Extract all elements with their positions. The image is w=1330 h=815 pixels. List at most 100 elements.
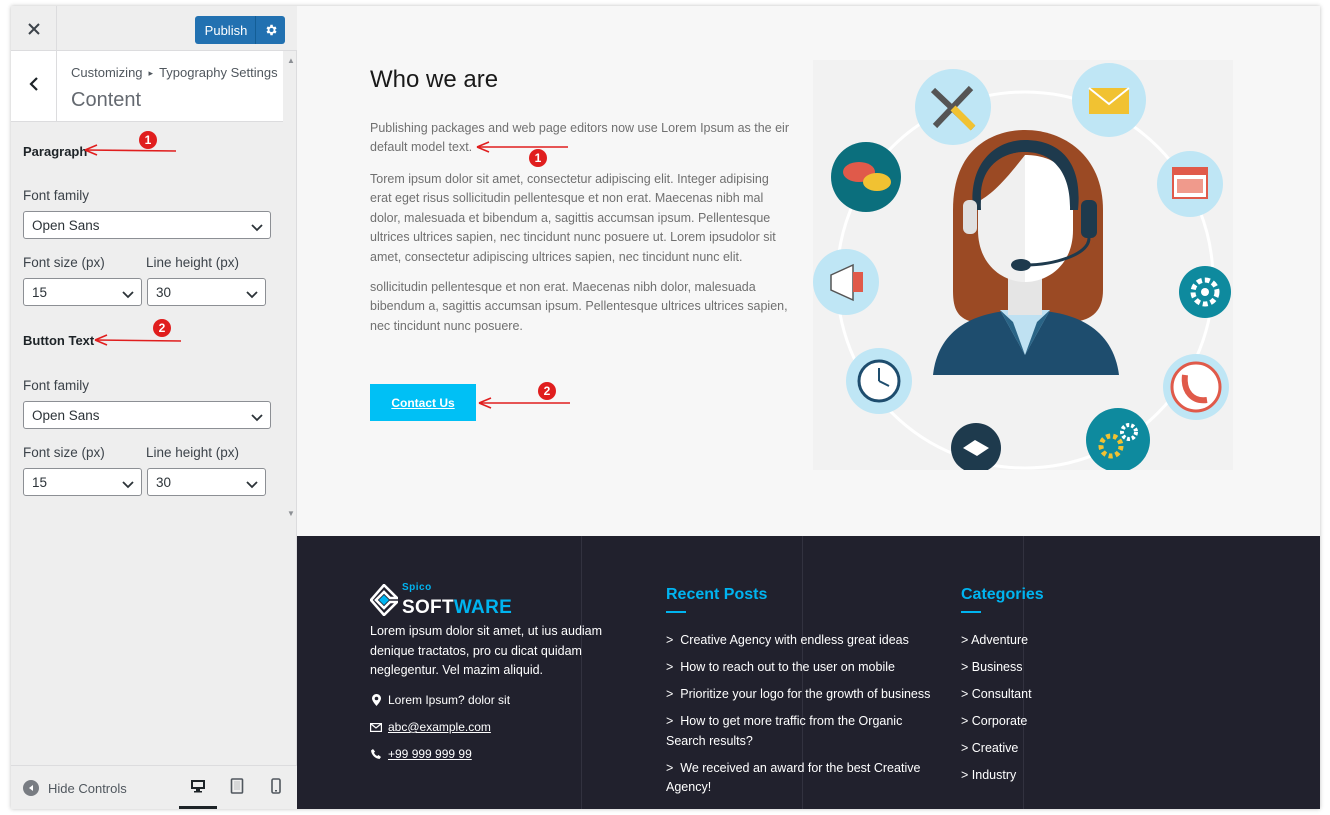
recent-post-link[interactable]: > How to get more traffic from the Organ…	[666, 712, 916, 751]
annotation-marker-1: 1	[139, 131, 157, 149]
customizer-sidebar: Publish Customizing ▸ Typography Settings …	[11, 6, 297, 809]
hide-controls-button[interactable]: Hide Controls	[23, 780, 127, 796]
tablet-icon	[230, 777, 244, 799]
settings-gear-icon	[1179, 266, 1231, 318]
chevron-down-icon	[251, 220, 263, 235]
about-secondary-paragraph: sollicitudin pellentesque et non erat. M…	[370, 280, 788, 333]
chevron-down-icon	[246, 287, 258, 302]
button-font-size-select[interactable]: 15	[23, 468, 142, 496]
category-link[interactable]: > Corporate	[961, 712, 1121, 732]
footer-email[interactable]: abc@example.com	[370, 720, 491, 734]
category-name: Corporate	[971, 714, 1028, 728]
logo-mark-icon	[369, 583, 401, 621]
paragraph-heading: Paragraph	[23, 144, 88, 159]
category-name: Industry	[971, 768, 1017, 782]
map-pin-icon	[370, 694, 382, 706]
category-name: Consultant	[971, 687, 1032, 701]
active-device-indicator	[179, 806, 217, 809]
button-font-family-select[interactable]: Open Sans	[23, 401, 271, 429]
recent-post-link[interactable]: > Creative Agency with endless great ide…	[666, 631, 936, 651]
button-font-family-label: Font family	[23, 378, 90, 393]
recent-post-link[interactable]: > How to reach out to the user on mobile	[666, 658, 936, 678]
close-icon	[27, 16, 41, 42]
annotation-arrow-1-preview	[476, 141, 568, 153]
tablet-preview-button[interactable]	[225, 777, 249, 799]
close-customizer-button[interactable]	[11, 6, 57, 51]
paragraph-font-size-value: 15	[32, 284, 48, 300]
recent-post-link[interactable]: > Prioritize your logo for the growth of…	[666, 685, 936, 705]
footer-phone-link[interactable]: +99 999 999 99	[388, 747, 472, 761]
category-link[interactable]: > Industry	[961, 766, 1121, 786]
paragraph-line-height-select[interactable]: 30	[147, 278, 266, 306]
category-link[interactable]: > Creative	[961, 739, 1121, 759]
envelope-icon	[370, 722, 382, 732]
footer-phone[interactable]: +99 999 999 99	[370, 747, 472, 761]
collapse-icon	[23, 780, 39, 796]
button-font-size-value: 15	[32, 474, 48, 490]
site-footer: Spico SOFTWARE Lorem ipsum dolor sit ame…	[297, 536, 1320, 809]
categories-title: Categories	[961, 586, 1044, 603]
paragraph-font-family-select[interactable]: Open Sans	[23, 211, 271, 239]
customizer-header: Publish	[11, 6, 297, 51]
category-name: Adventure	[971, 633, 1029, 647]
categories-underline	[961, 611, 981, 613]
publish-settings-gear-icon[interactable]	[256, 23, 285, 37]
chat-icon	[831, 142, 901, 212]
contact-us-button[interactable]: Contact Us	[370, 384, 476, 421]
mail-icon	[1072, 63, 1146, 137]
desktop-preview-button[interactable]	[186, 778, 210, 798]
breadcrumb: Customizing ▸ Typography Settings	[71, 65, 278, 80]
breadcrumb-root: Customizing	[71, 65, 143, 80]
scroll-down-arrow-icon[interactable]: ▼	[287, 509, 295, 518]
desktop-icon	[190, 778, 206, 799]
logo-text-soft: SOFT	[402, 596, 454, 618]
publish-label: Publish	[204, 22, 248, 38]
paragraph-line-height-value: 30	[156, 284, 172, 300]
recent-post-title: How to reach out to the user on mobile	[680, 660, 895, 674]
paragraph-font-size-label: Font size (px)	[23, 255, 105, 270]
recent-posts-underline	[666, 611, 686, 613]
gears-icon	[1086, 408, 1150, 470]
recent-post-title: How to get more traffic from the Organic…	[666, 714, 903, 748]
about-section: Who we are Publishing packages and web p…	[297, 6, 1320, 536]
logo-text: SOFTWARE	[402, 597, 512, 619]
recent-post-link[interactable]: > We received an award for the best Crea…	[666, 759, 926, 798]
category-link[interactable]: > Consultant	[961, 685, 1121, 705]
paragraph-font-size-select[interactable]: 15	[23, 278, 142, 306]
button-line-height-select[interactable]: 30	[147, 468, 266, 496]
logo-text-ware: WARE	[453, 596, 513, 618]
paragraph-line-height-label: Line height (px)	[146, 255, 240, 270]
footer-logo[interactable]: Spico SOFTWARE	[369, 582, 512, 621]
recent-post-title: Creative Agency with endless great ideas	[680, 633, 909, 647]
customizer-footer: Hide Controls	[11, 765, 297, 809]
category-name: Creative	[971, 741, 1019, 755]
footer-address: Lorem Ipsum? dolor sit	[370, 693, 510, 707]
breadcrumb-separator: ▸	[148, 68, 154, 78]
about-intro-paragraph: Publishing packages and web page editors…	[370, 121, 790, 155]
chevron-left-icon	[28, 76, 39, 97]
recent-posts-title: Recent Posts	[666, 586, 768, 603]
annotation-arrow-2-sidebar	[94, 334, 182, 346]
browser-frame: Publish Customizing ▸ Typography Settings …	[11, 6, 1320, 809]
annotation-marker-1: 1	[529, 149, 547, 167]
hide-controls-label: Hide Controls	[48, 780, 127, 796]
handshake-icon	[951, 423, 1001, 470]
breadcrumb-section: Typography Settings	[159, 65, 278, 80]
scroll-up-arrow-icon[interactable]: ▲	[287, 56, 295, 65]
footer-email-link[interactable]: abc@example.com	[388, 720, 491, 734]
about-body-paragraph: Torem ipsum dolor sit amet, consectetur …	[370, 172, 776, 264]
chevron-down-icon	[246, 477, 258, 492]
back-button[interactable]	[11, 51, 57, 122]
chevron-down-icon	[122, 477, 134, 492]
category-link[interactable]: > Adventure	[961, 631, 1121, 651]
site-preview: Who we are Publishing packages and web p…	[297, 6, 1320, 809]
megaphone-icon	[813, 249, 879, 315]
mobile-preview-button[interactable]	[264, 777, 288, 798]
chevron-down-icon	[251, 410, 263, 425]
category-link[interactable]: > Business	[961, 658, 1121, 678]
calendar-icon	[1157, 151, 1223, 217]
annotation-marker-2: 2	[538, 382, 556, 400]
publish-button[interactable]: Publish	[195, 16, 285, 44]
footer-description: Lorem ipsum dolor sit amet, ut ius audia…	[370, 624, 603, 677]
button-font-size-label: Font size (px)	[23, 445, 105, 460]
